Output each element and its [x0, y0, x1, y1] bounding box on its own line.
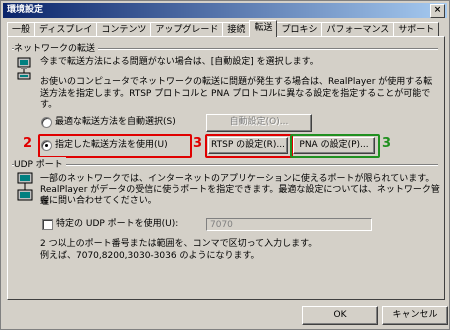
udp-port-checkbox-label[interactable]: 特定の UDP ポートを使用(U): — [56, 218, 178, 230]
udp-group-line — [12, 164, 438, 166]
window-title: 環境設定 — [7, 5, 44, 15]
udp-port-field[interactable]: 7070 — [206, 218, 372, 231]
tab-upgrade[interactable]: アップグレード — [150, 22, 224, 37]
udp-hint-line2: 例えば、7070,8200,3030-3036 のようになります。 — [40, 251, 260, 261]
udp-port-checkbox[interactable] — [42, 219, 53, 230]
title-bar: 環境設定 × — [3, 3, 447, 18]
rtsp-settings-button[interactable]: RTSP の設定(R)... — [208, 137, 288, 154]
annotation-2: 2 — [23, 136, 33, 151]
tab-proxy[interactable]: プロキシ — [276, 22, 323, 37]
radio-auto-label[interactable]: 最適な転送方法を自動選択(S) — [55, 116, 176, 128]
tab-general[interactable]: 一般 — [7, 22, 36, 37]
transport-group-label: ネットワークの転送 — [14, 41, 99, 54]
udp-desc-line3: 者に問い合わせてください。 — [40, 196, 157, 206]
radio-manual-label[interactable]: 指定した転送方法を使用(U) — [55, 139, 168, 151]
tab-connection[interactable]: 接続 — [222, 22, 251, 37]
tab-strip: 一般 ディスプレイ コンテンツ アップグレード 接続 転送 プロキシ パフォーマ… — [7, 20, 440, 37]
udp-network-icon — [17, 172, 33, 201]
ok-button[interactable]: OK — [302, 306, 378, 325]
transport-panel: ネットワークの転送 今まで転送方法による問題がない場合は、[自動設定] を選択し… — [7, 36, 445, 300]
radio-manual-select[interactable] — [41, 140, 52, 151]
udp-group-label: UDP ポート — [14, 157, 66, 170]
tab-support[interactable]: サポート — [393, 22, 440, 37]
settings-window: 環境設定 × 一般 ディスプレイ コンテンツ アップグレード 接続 転送 プロキ… — [0, 0, 450, 330]
transport-desc-line2: 送方法を指定します。RTSP プロトコルと PNA プロトコルに異なる設定を指定… — [40, 89, 431, 99]
annotation-3-red: 3 — [193, 136, 203, 151]
cancel-button[interactable]: キャンセル — [382, 306, 448, 325]
tab-content[interactable]: コンテンツ — [96, 22, 152, 37]
radio-auto-select[interactable] — [41, 117, 52, 128]
tab-display[interactable]: ディスプレイ — [34, 22, 98, 37]
tab-transport[interactable]: 転送 — [249, 20, 278, 37]
pna-settings-button[interactable]: PNA の設定(P)... — [293, 137, 375, 154]
transport-desc-line3: す。 — [40, 100, 58, 110]
network-computer-icon — [17, 57, 31, 80]
transport-desc-line1: お使いのコンピュータでネットワークの転送に問題が発生する場合は、RealPlay… — [40, 77, 433, 87]
udp-hint-line1: 2 つ以上のポート番号または範囲を、コンマで区切って入力します。 — [40, 239, 318, 249]
tab-performance[interactable]: パフォーマンス — [321, 22, 395, 37]
transport-desc-auto: 今まで転送方法による問題がない場合は、[自動設定] を選択します。 — [40, 57, 319, 67]
annotation-3-green: 3 — [382, 136, 392, 151]
auto-settings-button[interactable]: 自動設定(O)... — [206, 114, 312, 132]
close-button[interactable]: × — [430, 4, 445, 18]
